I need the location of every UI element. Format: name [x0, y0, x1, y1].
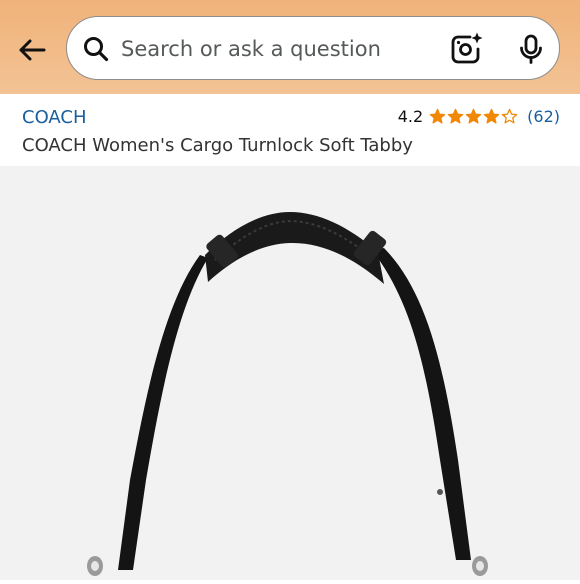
product-title: COACH Women's Cargo Turnlock Soft Tabby: [22, 135, 413, 156]
back-arrow-icon: [19, 39, 46, 61]
star-icon: [465, 108, 482, 124]
star-icon: [501, 108, 518, 124]
star-icon: [447, 108, 464, 124]
review-count[interactable]: (62): [527, 107, 560, 126]
rating[interactable]: 4.2 (62): [398, 107, 560, 126]
camera-lens-icon[interactable]: [448, 31, 484, 67]
product-info: COACH 4.2 (62) COACH Women's Cargo Turnl…: [0, 94, 580, 166]
top-search-bar: [0, 0, 580, 94]
search-input[interactable]: [121, 29, 421, 69]
search-box[interactable]: [66, 16, 560, 80]
microphone-icon[interactable]: [515, 33, 547, 65]
handbag-image: [87, 212, 488, 576]
brand-link[interactable]: COACH: [22, 107, 87, 128]
star-rating: [429, 108, 519, 125]
back-button[interactable]: [14, 32, 50, 68]
search-icon: [84, 37, 109, 62]
product-image[interactable]: [0, 166, 580, 580]
star-icon: [429, 108, 446, 124]
rating-value: 4.2: [397, 107, 424, 126]
star-icon: [483, 108, 500, 124]
